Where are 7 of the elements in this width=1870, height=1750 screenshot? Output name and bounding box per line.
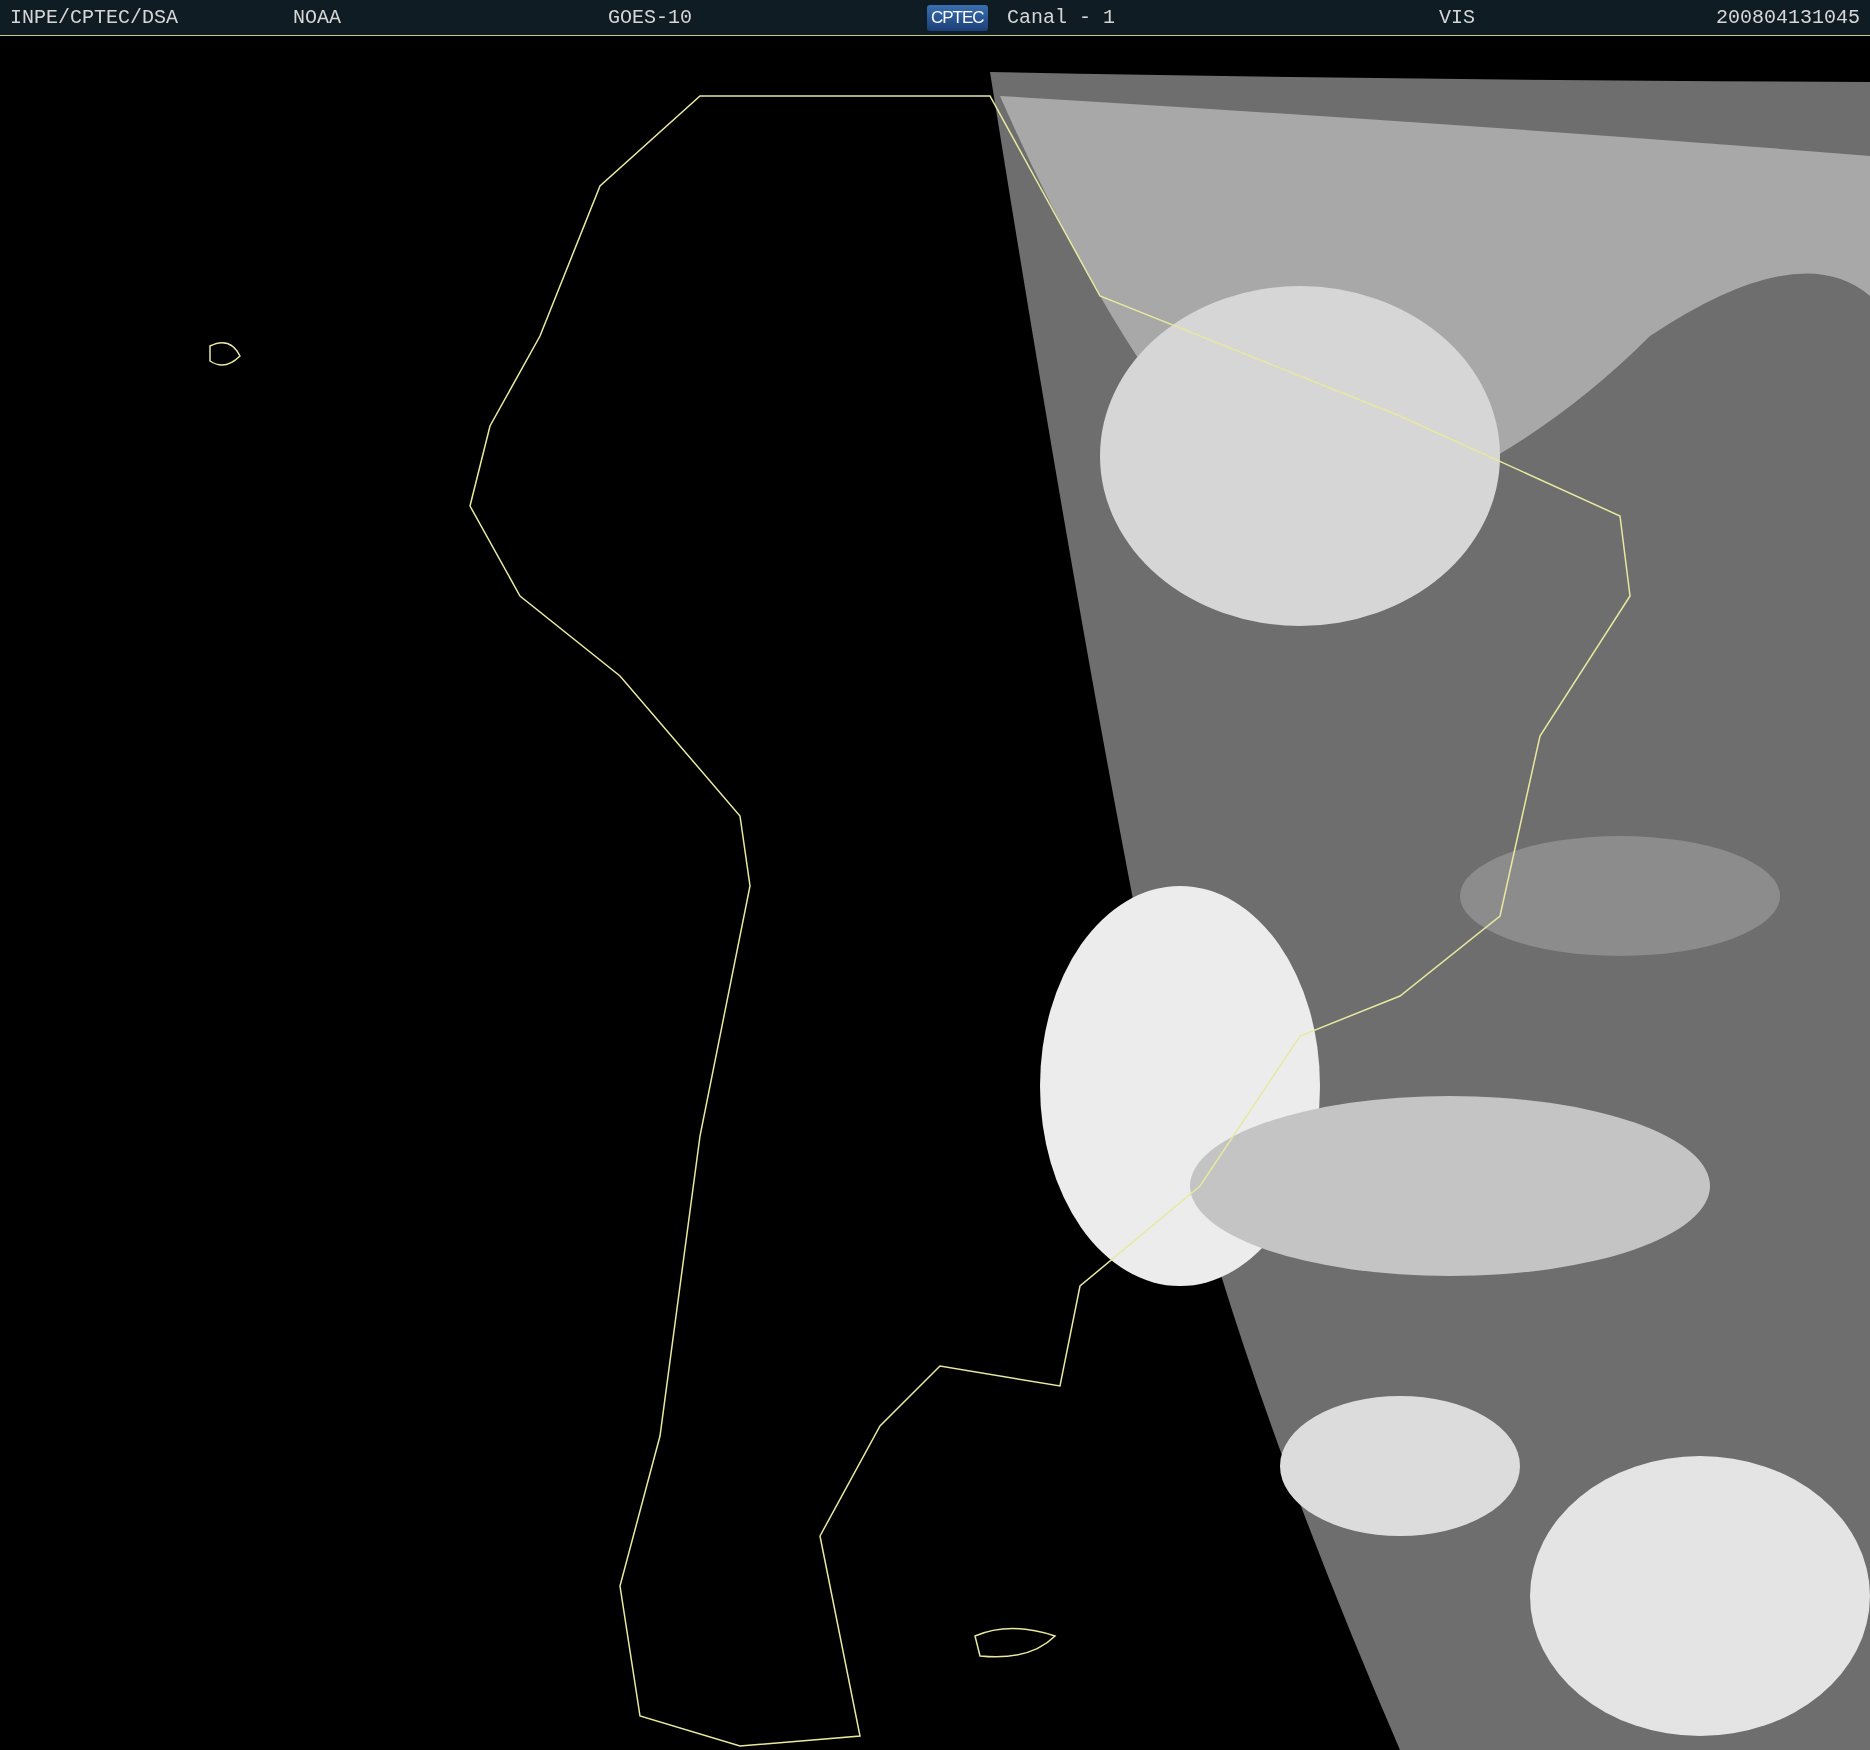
channel-label: Canal - 1 — [1007, 6, 1117, 29]
timestamp: 200804131045 — [1715, 6, 1860, 29]
header-label: GOES-10 — [608, 6, 693, 29]
band-label: VIS — [1439, 6, 1476, 29]
header-label: NOAA — [293, 6, 342, 29]
logo: CPTEC — [927, 4, 988, 31]
header-label: INPE/CPTEC/DSA — [10, 6, 180, 29]
